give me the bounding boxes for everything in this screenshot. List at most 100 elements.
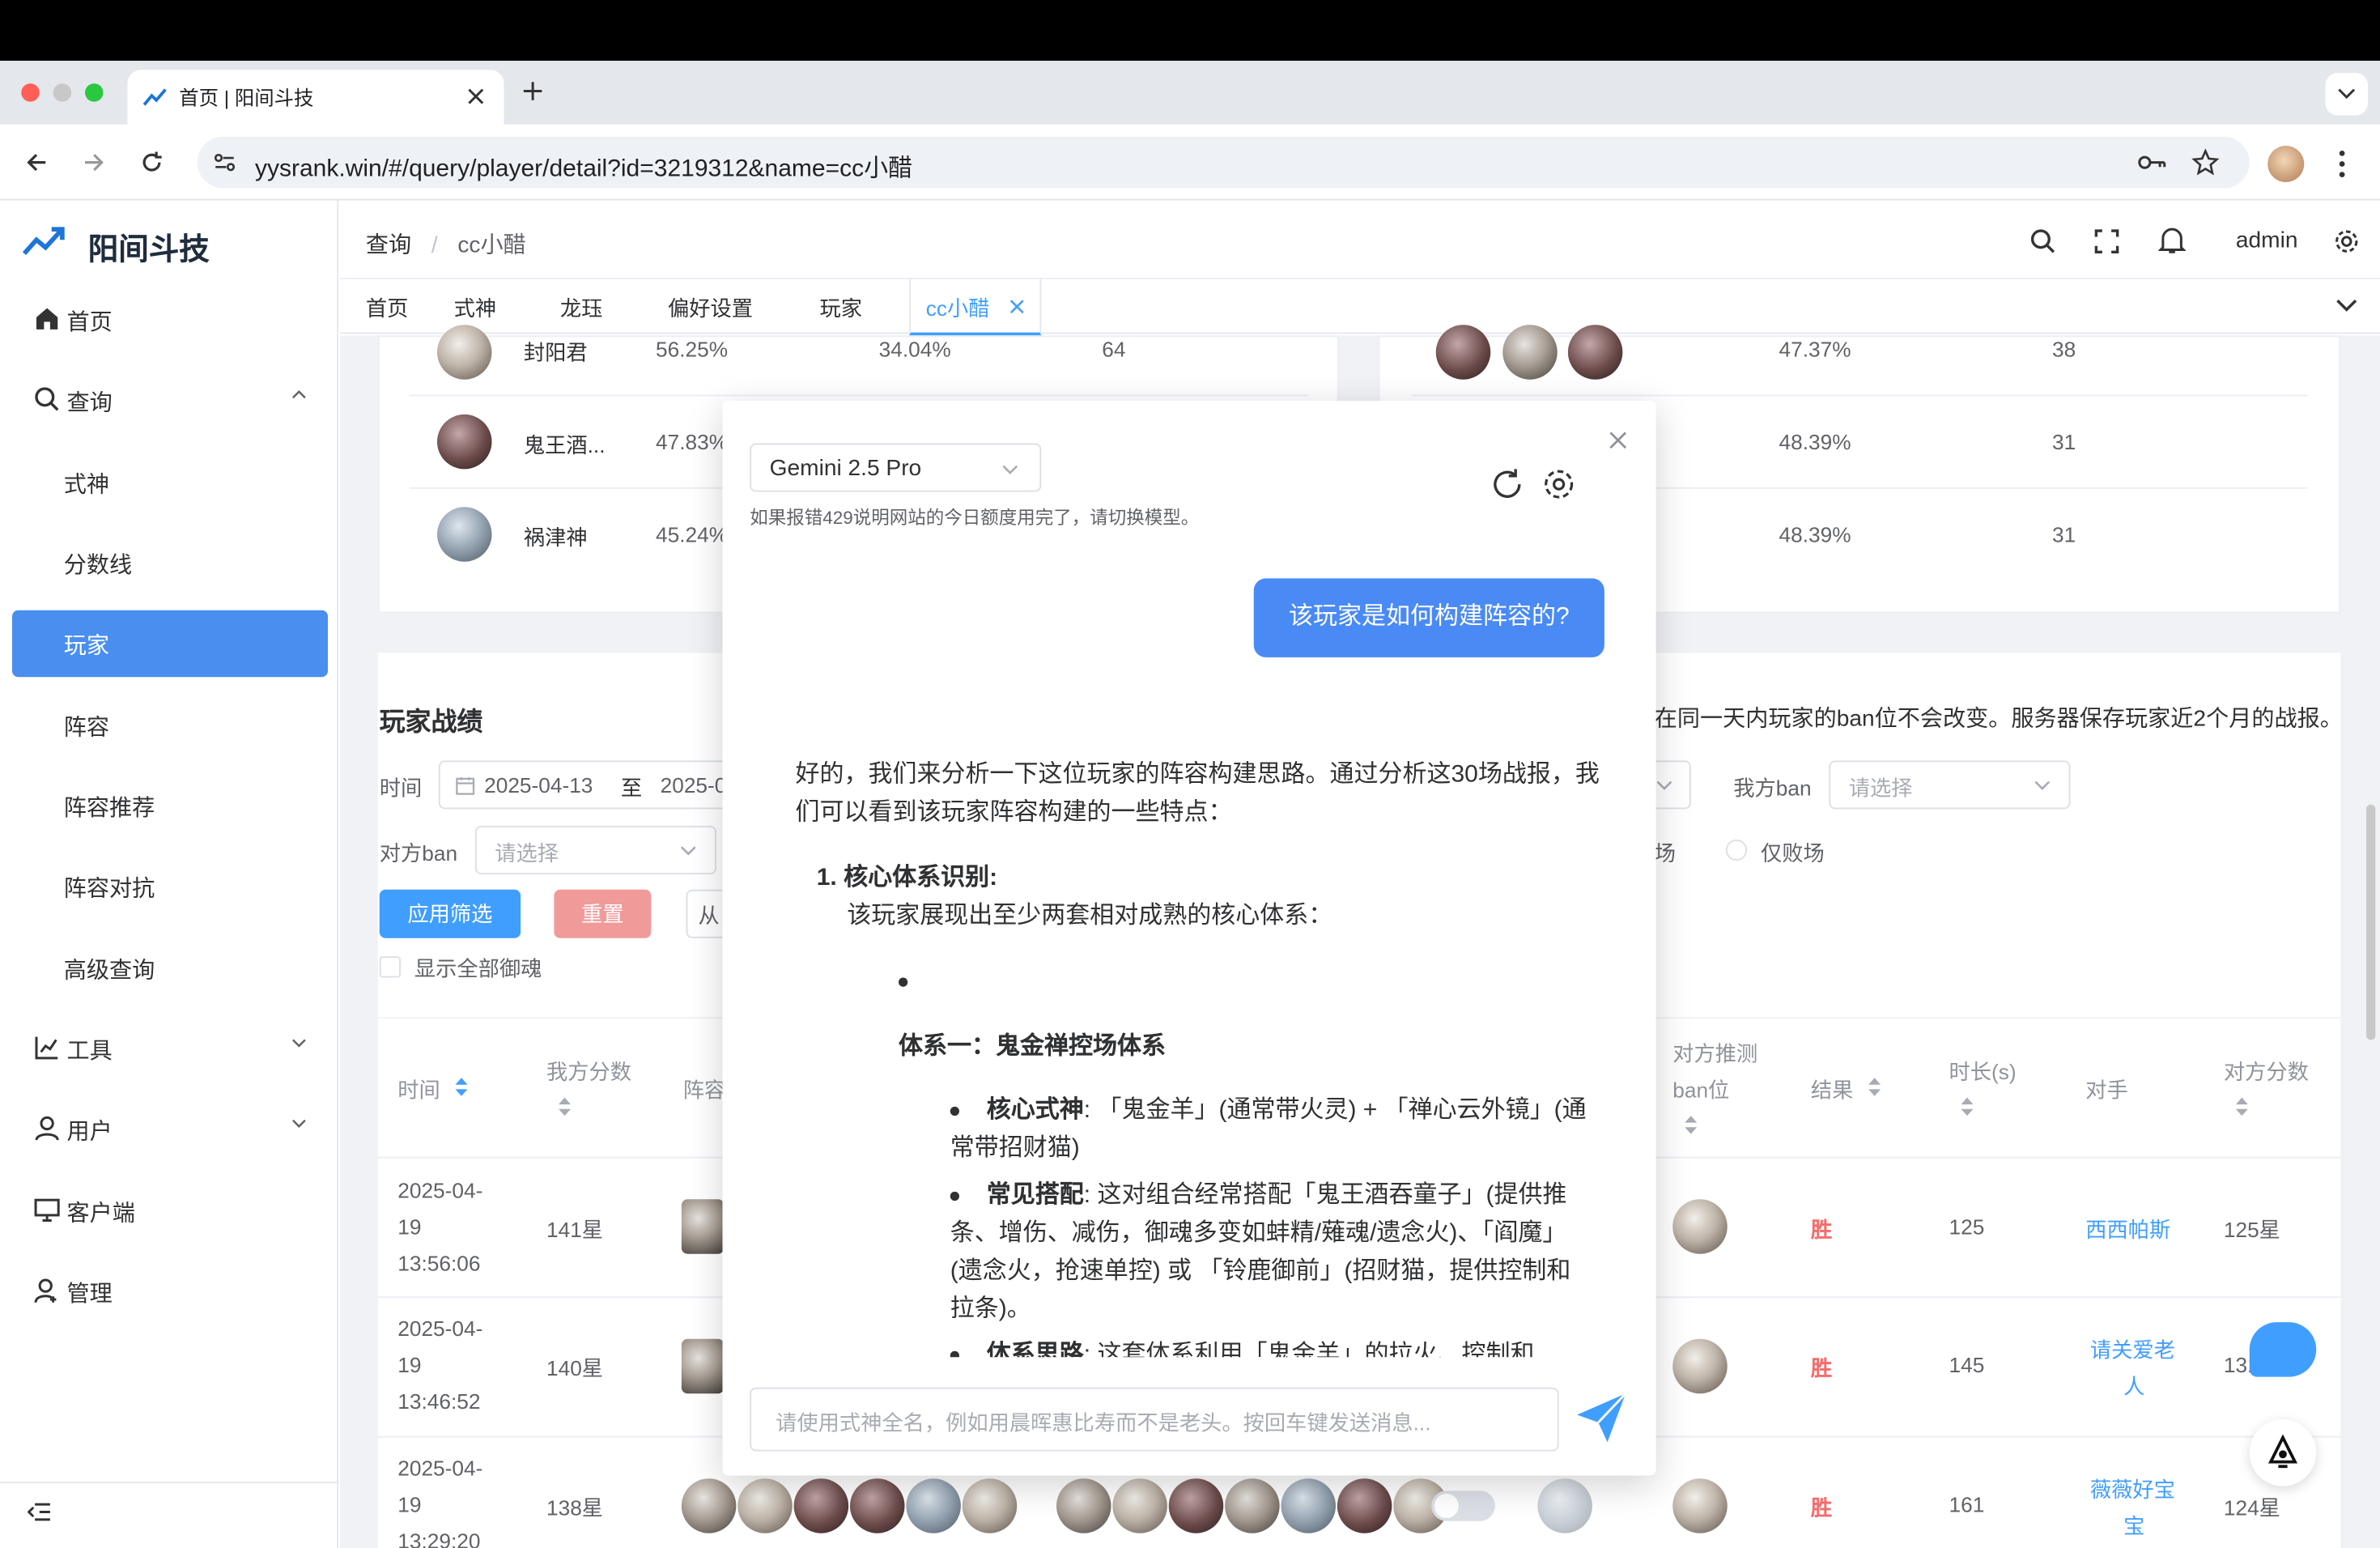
profile-avatar[interactable] [2267,146,2305,182]
username[interactable]: admin [2236,228,2298,253]
chat-bubble-button[interactable] [2249,1322,2317,1377]
row-opp-score: 124星 [2223,1495,2280,1520]
sidebar-item-home[interactable]: 首页 [12,287,328,354]
col-time[interactable]: 时间 [397,1075,440,1106]
new-tab-icon[interactable] [522,80,543,101]
sidebar-item-lineup[interactable]: 阵容 [12,692,328,759]
sort-icon[interactable] [1960,1096,1975,1117]
col-result[interactable]: 结果 [1811,1075,1854,1106]
chevron-up-icon [292,390,306,399]
sidebar-item-tools[interactable]: 工具 [12,1015,328,1082]
page-tab-shikigami[interactable]: 式神 [454,293,497,324]
sidebar-item-admin[interactable]: 管理 [12,1258,328,1325]
show-all-yuhun-checkbox[interactable] [379,956,401,978]
sidebar-divider [0,1482,339,1483]
sidebar-item-query[interactable]: 查询 [12,368,328,435]
col-my-score[interactable]: 我方分数 [546,1057,631,1087]
tab-search-button[interactable] [2325,73,2368,116]
refresh-icon[interactable] [1490,468,1524,501]
chat-input[interactable]: 请使用式神全名，例如用晨晖惠比寿而不是老头。按回车键发送消息... [750,1387,1559,1452]
page-tab-preferences[interactable]: 偏好设置 [668,293,753,324]
row-date: 2025-04- [397,1316,483,1341]
col-duration[interactable]: 时长(s) [1949,1057,2017,1087]
row-opponent-link[interactable]: 西西帕斯 [2085,1214,2170,1245]
close-tab-icon[interactable] [468,88,485,105]
row-divider [1411,394,2307,397]
sidebar-item-lineup-recommend[interactable]: 阵容推荐 [12,772,328,840]
opp-lineup-avatar [1168,1478,1224,1533]
my-ban-select[interactable]: 请选择 [1829,760,2071,810]
row-clock: 13:29:20 [397,1529,481,1548]
row-opponent-link[interactable]: 请关爱老 [2090,1334,2175,1365]
page-scrollbar[interactable] [2366,804,2376,1040]
opp-lineup-avatar [1056,1478,1111,1533]
breadcrumb-root[interactable]: 查询 [366,232,411,258]
col-opp-score[interactable]: 对方分数 [2224,1057,2309,1087]
reset-button[interactable]: 重置 [554,889,652,938]
send-icon[interactable] [1574,1391,1629,1446]
close-tab-icon[interactable] [1009,299,1025,314]
page-tab-active[interactable]: cc小醋 [909,279,1042,336]
row-result: 胜 [1810,1355,1833,1380]
lose-only-radio[interactable] [1725,839,1748,861]
sidebar-item-client[interactable]: 客户端 [12,1178,328,1245]
header-search-icon[interactable] [2029,228,2057,255]
row-my-score: 140星 [546,1355,604,1380]
forward-icon[interactable] [82,151,106,175]
key-icon[interactable] [2137,151,2168,175]
opp-ban-label: 对方ban [379,840,458,865]
row-opponent-link-2[interactable]: 人 [2123,1371,2144,1401]
sort-icon[interactable] [454,1076,470,1097]
show-all-yuhun-label: 显示全部御魂 [414,956,542,981]
close-dialog-icon[interactable] [1609,432,1628,450]
sort-icon[interactable] [1683,1114,1698,1135]
tabs-more-chevron-icon[interactable] [2336,299,2357,313]
model-select[interactable]: Gemini 2.5 Pro [750,443,1042,492]
sidebar-item-shikigami[interactable]: 式神 [12,449,328,517]
bookmark-star-icon[interactable] [2191,148,2220,176]
sidebar-item-lineup-versus[interactable]: 阵容对抗 [12,853,328,921]
browser-tab[interactable]: 首页 | 阳间斗技 [127,70,504,125]
site-settings-icon[interactable] [213,151,237,175]
sidebar-item-player[interactable]: 玩家 [12,610,328,678]
trend-icon [142,88,167,106]
row-opponent-link[interactable]: 薇薇好宝 [2090,1474,2175,1505]
chat-settings-icon[interactable] [1542,468,1575,501]
settings-gear-icon[interactable] [2333,228,2361,255]
stat-rate: 45.24% [656,522,729,546]
collapse-sidebar-icon[interactable] [27,1501,52,1522]
maximize-window-button[interactable] [85,83,104,102]
opp-ban-select[interactable]: 请选择 [474,826,716,874]
sidebar-item-user[interactable]: 用户 [12,1096,328,1163]
omnibox[interactable]: yysrank.win/#/query/player/detail?id=321… [197,136,2250,189]
search-icon [35,387,59,411]
top-header [340,200,2380,279]
lineup-avatar [962,1478,1018,1533]
fullscreen-icon[interactable] [2093,228,2121,255]
sort-icon[interactable] [2234,1096,2250,1117]
sort-icon[interactable] [557,1096,572,1117]
sort-icon[interactable] [1867,1076,1882,1097]
row-result: 胜 [1810,1495,1833,1520]
ai-chat-dialog: Gemini 2.5 Pro 如果报错429说明网站的今日额度用完了，请切换模型… [722,401,1656,1476]
sidebar-item-score-line[interactable]: 分数线 [12,529,328,597]
page-tab-player[interactable]: 玩家 [820,293,863,324]
date-range-picker[interactable]: 2025-04-13 至 2025-0 [438,760,742,810]
back-icon[interactable] [24,151,49,175]
bell-icon[interactable] [2158,225,2186,256]
reload-icon[interactable] [140,151,164,175]
row-divider [410,394,1309,397]
browser-tab-title: 首页 | 阳间斗技 [179,86,314,109]
apply-filter-button[interactable]: 应用筛选 [379,889,521,938]
more-menu-icon[interactable] [2338,149,2347,180]
page-tab-dragon-jade[interactable]: 龙珏 [560,293,603,324]
minimize-window-button[interactable] [53,83,72,102]
yuhun-toggle[interactable] [1431,1491,1495,1521]
assistant-fab[interactable] [2249,1419,2317,1486]
sidebar-item-advanced-query[interactable]: 高级查询 [12,935,328,1002]
close-window-button[interactable] [21,83,40,102]
page-tab-home[interactable]: 首页 [366,293,409,324]
lineup-avatar [681,1199,725,1254]
row-opponent-link-2[interactable]: 宝 [2123,1511,2144,1542]
lose-only-label: 仅败场 [1761,840,1825,865]
